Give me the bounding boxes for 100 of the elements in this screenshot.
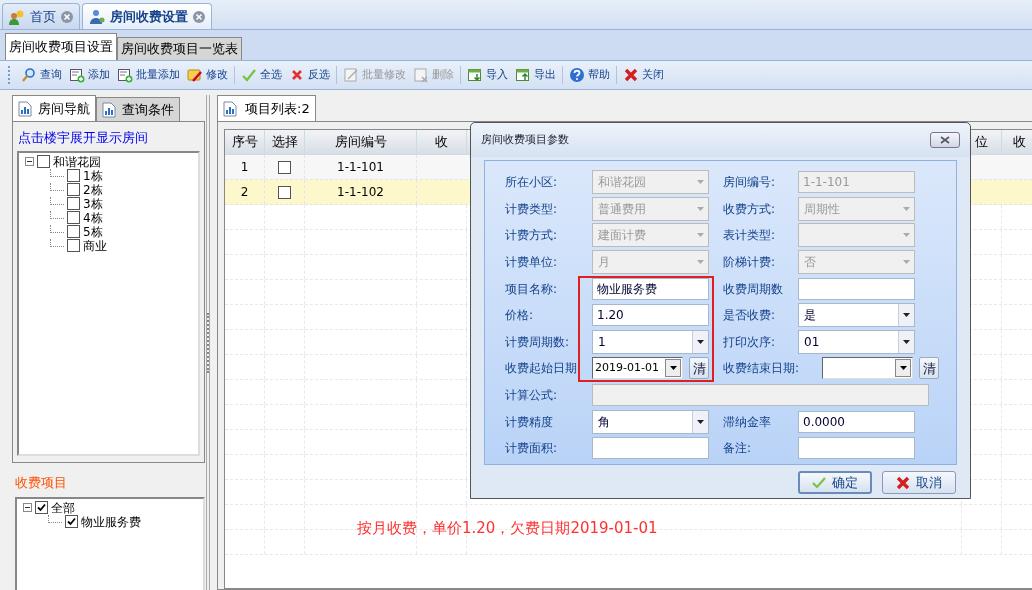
toolbar-button[interactable]: 添加 <box>66 63 113 87</box>
clear-button[interactable]: 清 <box>689 357 709 380</box>
tree-item[interactable]: 2栋 <box>83 182 103 197</box>
input-field[interactable] <box>798 437 915 460</box>
collapse-toggle[interactable] <box>23 503 32 512</box>
toolbar-button[interactable]: 关闭 <box>620 63 667 87</box>
column-header: 选择 <box>271 133 298 152</box>
minus-icon <box>25 505 30 510</box>
checkbox[interactable] <box>65 515 78 528</box>
close-icon[interactable] <box>193 10 205 23</box>
toolbar-button[interactable]: 批量添加 <box>114 63 183 87</box>
toolbar-button[interactable]: 导入 <box>464 63 511 87</box>
toolbar-button[interactable]: 修改 <box>184 63 231 87</box>
caret-icon <box>696 260 704 265</box>
check-icon <box>241 67 257 83</box>
tree-item[interactable]: 和谐花园 <box>53 154 101 169</box>
table-cell-text: 1-1-102 <box>337 184 384 201</box>
checkbox[interactable] <box>67 197 80 210</box>
edit-icon <box>187 67 203 83</box>
input-field[interactable]: 物业服务费 <box>592 277 709 300</box>
checkbox[interactable] <box>67 239 80 252</box>
minus-icon <box>27 159 32 164</box>
tree-item[interactable]: 3栋 <box>83 196 103 211</box>
field-label: 计算公式: <box>505 387 559 405</box>
toolbar-button[interactable]: 查询 <box>18 63 65 87</box>
field-label: 收费起始日期 <box>505 360 578 378</box>
toolbar-button[interactable]: 帮助 <box>566 63 613 87</box>
field-label: 备注: <box>722 440 753 458</box>
checkbox[interactable] <box>35 501 48 514</box>
field-label: 滞纳金率 <box>722 413 772 431</box>
field-label: 房间编号: <box>722 174 777 192</box>
page-tab[interactable]: 房间收费设置 <box>82 3 212 29</box>
import-icon <box>467 67 483 83</box>
table-cell-text: 1-1-101 <box>337 159 384 176</box>
checkbox[interactable] <box>37 155 50 168</box>
column-header: 房间编号 <box>334 133 387 152</box>
table-cell-text: 2 <box>240 184 249 201</box>
page-tab[interactable]: 首页 <box>2 3 80 29</box>
tree-item[interactable]: 1栋 <box>83 168 103 183</box>
hint-link[interactable]: 点击楼宇展开显示房间 <box>18 128 199 148</box>
caret-icon <box>903 313 910 318</box>
chart-document-icon <box>223 100 237 117</box>
field-label: 收费结束日期: <box>722 360 801 378</box>
field-label: 收费方式: <box>722 200 777 218</box>
section-title: 收费项目 <box>15 474 68 492</box>
date-field[interactable] <box>822 357 913 380</box>
close-button[interactable] <box>930 132 960 148</box>
dropdown-field[interactable]: 01 <box>798 329 915 354</box>
toolbar-button[interactable]: 反选 <box>286 63 333 87</box>
tab[interactable]: 查询条件 <box>96 97 180 121</box>
close-icon <box>940 136 950 144</box>
checkbox[interactable] <box>67 225 80 238</box>
tree-item[interactable]: 5栋 <box>83 224 103 239</box>
column-header: 位 <box>975 133 988 152</box>
dropdown-field[interactable]: 角 <box>592 409 709 434</box>
checkbox[interactable] <box>67 211 80 224</box>
users-icon <box>9 8 25 25</box>
chart-document-icon <box>102 101 116 118</box>
tab[interactable]: 房间收费项目一览表 <box>117 37 242 60</box>
toolbar-button[interactable]: 全选 <box>238 63 285 87</box>
toolbar-button[interactable]: 导出 <box>512 63 559 87</box>
checkbox[interactable] <box>278 185 291 199</box>
cancel-button[interactable]: 取消 <box>882 471 956 494</box>
column-header: 收 <box>435 133 448 152</box>
field-label: 计费周期数: <box>505 333 571 351</box>
close-icon[interactable] <box>61 10 73 23</box>
tab[interactable]: 房间导航 <box>12 95 96 121</box>
caret-icon <box>696 233 704 238</box>
caret-icon <box>899 366 907 371</box>
tree-item[interactable]: 商业 <box>83 238 107 253</box>
tab[interactable]: 房间收费项目设置 <box>5 33 117 60</box>
field-label: 计费方式: <box>505 227 559 245</box>
dialog-title: 房间收费项目参数 <box>481 131 569 148</box>
help-icon <box>569 67 585 83</box>
checkbox[interactable] <box>278 160 291 174</box>
tree-item[interactable]: 4栋 <box>83 210 103 225</box>
confirm-button[interactable]: 确定 <box>798 471 872 494</box>
tree-item[interactable]: 物业服务费 <box>81 514 141 529</box>
field-label: 所在小区: <box>505 174 559 192</box>
annotation-text: 按月收费，单价1.20，欠费日期2019-01-01 <box>357 518 658 539</box>
field-label: 计费类型: <box>505 200 559 218</box>
person-settings-icon <box>89 8 105 25</box>
field-label: 打印次序: <box>722 333 777 351</box>
checkbox[interactable] <box>67 183 80 196</box>
date-field[interactable]: 2019-01-01 <box>592 357 683 380</box>
input-field[interactable]: 1.20 <box>592 304 709 327</box>
clear-button[interactable]: 清 <box>919 357 939 380</box>
input-field[interactable] <box>798 277 915 300</box>
checkbox[interactable] <box>67 169 80 182</box>
field-label: 计费面积: <box>505 440 559 458</box>
add-form-icon <box>69 67 85 83</box>
input-field[interactable]: 0.0000 <box>798 410 915 433</box>
tree-item[interactable]: 全部 <box>51 500 75 515</box>
dropdown-field[interactable]: 是 <box>798 303 915 328</box>
dropdown-field[interactable]: 1 <box>592 329 709 354</box>
tab[interactable]: 项目列表:2 <box>217 95 316 121</box>
collapse-toggle[interactable] <box>25 157 34 166</box>
field-label: 阶梯计费: <box>722 254 777 272</box>
splitter-handle[interactable] <box>206 95 210 590</box>
input-field[interactable] <box>592 437 709 460</box>
